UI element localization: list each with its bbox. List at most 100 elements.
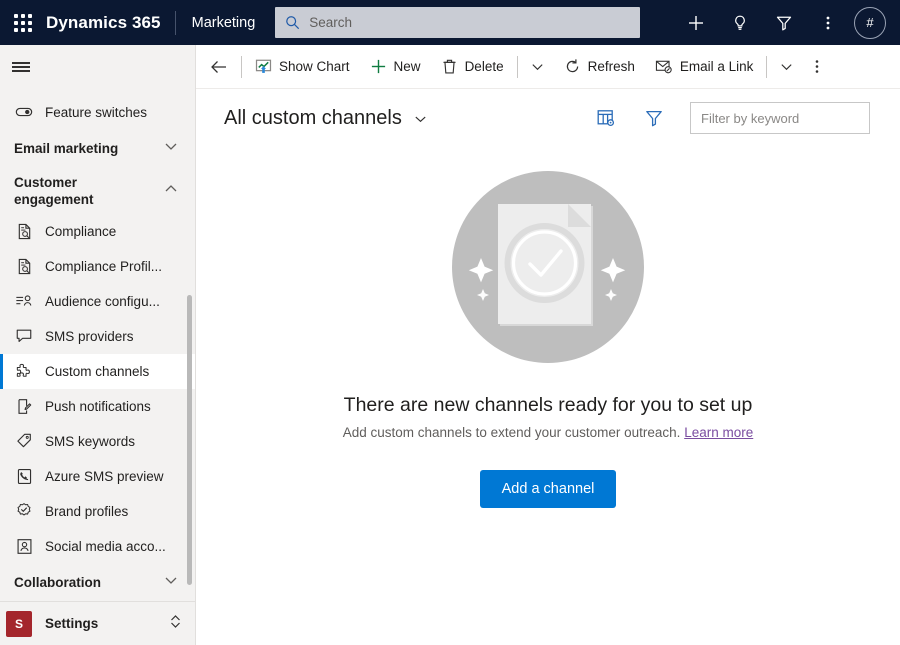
learn-more-link[interactable]: Learn more xyxy=(684,425,753,440)
show-chart-icon xyxy=(255,58,272,75)
quick-create-button[interactable] xyxy=(674,0,718,45)
page-title: All custom channels xyxy=(224,106,402,129)
search-icon xyxy=(286,16,300,30)
back-button[interactable] xyxy=(200,45,238,89)
command-bar: Show Chart New Delete Refresh Email a Li… xyxy=(196,45,900,89)
chevron-down-icon xyxy=(531,64,543,71)
view-selector[interactable]: All custom channels xyxy=(224,107,428,130)
hamburger-lines xyxy=(12,60,30,74)
sidebar-item-label: SMS providers xyxy=(45,328,134,344)
azure-sms-icon xyxy=(14,468,34,485)
sidebar-item-compliance[interactable]: Compliance xyxy=(0,214,195,249)
insights-button[interactable] xyxy=(718,0,762,45)
header-filter-button[interactable] xyxy=(762,0,806,45)
sidebar-item-social-media-accounts[interactable]: Social media acco... xyxy=(0,529,195,564)
puzzle-piece-icon xyxy=(14,362,34,380)
ellipsis-vertical-icon xyxy=(816,60,819,73)
keyword-filter-placeholder: Filter by keyword xyxy=(701,110,800,126)
command-more-options-button[interactable] xyxy=(803,45,831,89)
empty-state-title: There are new channels ready for you to … xyxy=(343,394,753,416)
audience-icon xyxy=(14,292,34,310)
area-switcher[interactable]: S Settings xyxy=(0,601,195,645)
avatar[interactable]: # xyxy=(854,6,886,39)
top-header-bar: Dynamics 365 Marketing Search # xyxy=(0,0,900,45)
dynamics365-app-window: Dynamics 365 Marketing Search # Feature … xyxy=(0,0,900,645)
sidebar-item-feature-switches[interactable]: Feature switches xyxy=(0,95,195,130)
command-overflow-chevron-2[interactable] xyxy=(770,45,803,89)
sidebar-item-label: Custom channels xyxy=(45,363,150,379)
show-chart-button[interactable]: Show Chart xyxy=(245,45,360,89)
sidebar-item-label: Brand profiles xyxy=(45,503,129,519)
sidebar-item-brand-profiles[interactable]: Brand profiles xyxy=(0,494,195,529)
command-overflow-chevron-1[interactable] xyxy=(521,45,554,89)
brand-title[interactable]: Dynamics 365 xyxy=(46,13,175,33)
trash-icon xyxy=(441,58,458,75)
sidebar-item-audience-configuration[interactable]: Audience configu... xyxy=(0,284,195,319)
edit-columns-icon xyxy=(597,110,615,127)
sidebar-item-custom-channels[interactable]: Custom channels xyxy=(0,353,195,389)
chevron-down-icon xyxy=(781,64,793,71)
hamburger-icon[interactable] xyxy=(0,45,195,89)
sidebar-group-label: Customer engagement xyxy=(14,174,94,207)
app-name-label[interactable]: Marketing xyxy=(176,15,272,31)
app-launcher-grid xyxy=(14,13,32,32)
search-input[interactable]: Search xyxy=(275,7,641,38)
sidebar-group-collaboration[interactable]: Collaboration xyxy=(0,564,195,601)
new-button[interactable]: New xyxy=(360,45,431,89)
sidebar-item-sms-providers[interactable]: SMS providers xyxy=(0,319,195,354)
sidebar-item-label: Compliance xyxy=(45,223,117,239)
chevron-up-down-icon xyxy=(168,613,183,635)
push-notification-icon xyxy=(14,398,34,415)
refresh-button[interactable]: Refresh xyxy=(554,45,645,89)
area-switcher-label: Settings xyxy=(45,616,99,631)
lightbulb-icon xyxy=(735,15,745,30)
view-filter-button[interactable] xyxy=(630,108,678,128)
sidebar-item-compliance-profiles[interactable]: Compliance Profil... xyxy=(0,249,195,284)
header-more-options-button[interactable] xyxy=(806,0,850,45)
social-account-icon xyxy=(14,538,34,555)
sidebar-group-email-marketing[interactable]: Email marketing xyxy=(0,130,195,168)
command-label: Show Chart xyxy=(279,59,350,74)
sidebar-scrollbar[interactable] xyxy=(187,294,192,585)
command-divider xyxy=(766,55,768,78)
app-body: Feature switches Email marketing Custome… xyxy=(0,45,900,645)
command-label: Email a Link xyxy=(679,59,754,74)
keyword-filter-input[interactable]: Filter by keyword xyxy=(690,102,870,134)
sidebar-item-label: Feature switches xyxy=(45,104,148,120)
sidebar-item-label: SMS keywords xyxy=(45,433,136,449)
chat-bubble-icon xyxy=(14,327,34,345)
area-badge: S xyxy=(6,610,32,637)
add-a-channel-button[interactable]: Add a channel xyxy=(479,470,617,508)
sidebar-item-azure-sms-preview[interactable]: Azure SMS preview xyxy=(0,459,195,494)
edit-columns-button[interactable] xyxy=(582,108,630,128)
sidebar-group-customer-engagement[interactable]: Customer engagement xyxy=(0,168,195,214)
main-content: Show Chart New Delete Refresh Email a Li… xyxy=(196,45,900,645)
toggle-switch-icon xyxy=(14,103,34,121)
sidebar-item-label: Azure SMS preview xyxy=(45,468,164,484)
document-search-icon xyxy=(14,258,34,275)
chevron-down-icon xyxy=(413,111,428,126)
delete-button[interactable]: Delete xyxy=(431,45,514,89)
empty-state-subtitle-text: Add custom channels to extend your custo… xyxy=(342,425,681,440)
sidebar-nav-list: Feature switches Email marketing Custome… xyxy=(0,89,195,601)
sidebar-group-label: Collaboration xyxy=(14,575,101,591)
funnel-icon xyxy=(776,16,792,30)
sidebar-item-label: Audience configu... xyxy=(45,293,160,309)
command-divider xyxy=(516,55,518,78)
plus-green-icon xyxy=(370,58,387,75)
funnel-icon xyxy=(646,110,662,127)
document-search-icon xyxy=(14,223,34,240)
sidebar-item-label: Push notifications xyxy=(45,398,151,414)
document-check-illustration xyxy=(450,169,646,370)
command-label: Delete xyxy=(464,59,504,74)
sidebar-item-sms-keywords[interactable]: SMS keywords xyxy=(0,424,195,459)
app-launcher-icon[interactable] xyxy=(0,0,46,45)
sidebar-item-push-notifications[interactable]: Push notifications xyxy=(0,389,195,424)
avatar-initials: # xyxy=(866,15,874,30)
view-header: All custom channels Filter by keyword xyxy=(196,89,900,147)
sidebar-item-label: Compliance Profil... xyxy=(45,258,163,274)
command-divider xyxy=(241,55,242,78)
tag-icon xyxy=(14,432,34,450)
email-a-link-button[interactable]: Email a Link xyxy=(645,45,764,89)
refresh-icon xyxy=(564,58,581,75)
